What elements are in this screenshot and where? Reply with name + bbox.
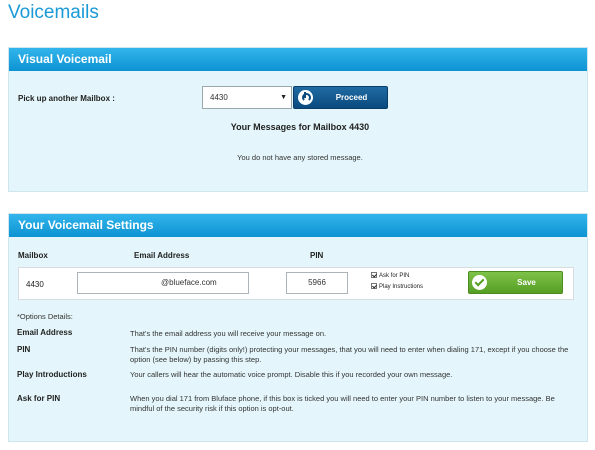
ask-for-pin-option: Ask for PIN [371,272,409,280]
play-instructions-option: Play Instructions [371,283,423,291]
visual-voicemail-header: Visual Voicemail [9,48,587,71]
column-header-pin: PIN [310,251,324,260]
play-instructions-label: Play Instructions [379,284,424,290]
save-button[interactable]: Save [468,271,563,294]
settings-row: 4430 @blueface.com 5966 Ask for PIN Play… [18,267,574,300]
mailbox-number: 4430 [26,280,44,289]
column-header-mailbox: Mailbox [18,251,48,260]
ask-for-pin-checkbox[interactable] [371,272,377,278]
checkmark-icon [472,275,487,290]
option-term-ask-for-pin: Ask for PIN [17,394,61,403]
messages-title: Your Messages for Mailbox 4430 [230,122,370,132]
option-desc-ask-for-pin: When you dial 171 from Bluface phone, if… [130,394,555,413]
mailbox-select[interactable]: 4430 ▼ [202,86,292,109]
mailbox-select-value: 4430 [210,93,228,102]
power-icon [298,90,313,105]
pick-mailbox-label: Pick up another Mailbox : [18,94,115,103]
pin-field[interactable]: 5966 [286,272,348,294]
option-term-email: Email Address [17,328,73,337]
email-field[interactable]: @blueface.com [77,272,249,294]
page-title: Voicemails [8,2,99,23]
visual-voicemail-panel: Visual Voicemail Pick up another Mailbox… [8,47,588,192]
options-details-label: *Options Details: [17,312,73,321]
column-header-email: Email Address [134,251,190,260]
play-instructions-checkbox[interactable] [371,283,377,289]
option-desc-email: That's the email address you will receiv… [130,329,327,338]
option-desc-pin: That's the PIN number (digits only!) pro… [130,345,569,364]
caret-down-icon: ▼ [280,94,287,101]
proceed-button-label: Proceed [335,93,368,102]
voicemail-settings-panel: Your Voicemail Settings Mailbox Email Ad… [8,213,588,442]
option-term-pin: PIN [17,345,31,354]
option-term-play-introductions: Play Introductions [17,370,87,379]
voicemail-settings-header: Your Voicemail Settings [9,214,587,237]
ask-for-pin-label: Ask for PIN [379,273,410,279]
save-button-label: Save [517,278,536,287]
option-desc-play-introductions: Your callers will hear the automatic voi… [130,370,453,379]
no-message-text: You do not have any stored message. [237,153,363,162]
proceed-button[interactable]: Proceed [293,86,388,109]
